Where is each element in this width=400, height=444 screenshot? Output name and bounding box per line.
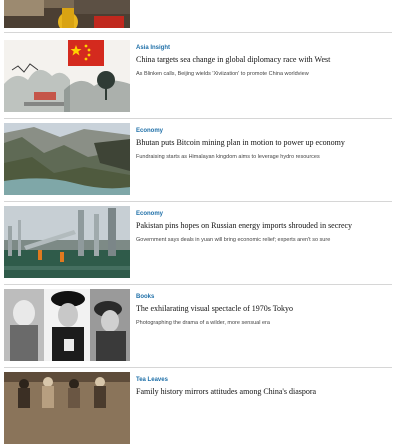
article-category[interactable]: Books <box>136 293 392 302</box>
article-text: Economy Bhutan puts Bitcoin mining plan … <box>136 127 392 162</box>
divider <box>4 201 392 202</box>
article-category[interactable]: Economy <box>136 127 392 136</box>
article-summary: Fundraising starts as Himalayan kingdom … <box>136 154 320 160</box>
article-thumbnail[interactable] <box>4 123 130 195</box>
article-card[interactable] <box>4 0 392 28</box>
article-thumbnail[interactable] <box>4 0 130 28</box>
article-headline[interactable]: The exhilarating visual spectacle of 197… <box>136 303 392 314</box>
article-summary: Photographing the drama of a wilder, mor… <box>136 320 270 326</box>
divider <box>4 284 392 285</box>
black-and-white-tokyo-portraits-photo <box>4 289 130 361</box>
article-card[interactable]: Economy Bhutan puts Bitcoin mining plan … <box>4 123 392 195</box>
divider <box>4 118 392 119</box>
chinese-flag-ink-landscape-illustration <box>4 40 130 112</box>
family-group-sepia-photo <box>4 372 130 444</box>
article-headline[interactable]: Bhutan puts Bitcoin mining plan in motio… <box>136 137 392 148</box>
article-card[interactable]: Tea Leaves Family history mirrors attitu… <box>4 372 392 444</box>
article-feed: Asia Insight China targets sea change in… <box>0 0 400 444</box>
article-text: Asia Insight China targets sea change in… <box>136 44 392 79</box>
article-card[interactable]: Asia Insight China targets sea change in… <box>4 40 392 112</box>
article-card[interactable]: Economy Pakistan pins hopes on Russian e… <box>4 206 392 278</box>
oil-pipeline-jetty-workers-photo <box>4 206 130 278</box>
article-thumbnail[interactable] <box>4 40 130 112</box>
article-headline[interactable]: China targets sea change in global diplo… <box>136 54 392 65</box>
article-category[interactable]: Economy <box>136 210 392 219</box>
article-summary: Government says deals in yuan will bring… <box>136 237 331 243</box>
himalayan-river-valley-photo <box>4 123 130 195</box>
divider <box>4 32 392 33</box>
article-card[interactable]: Books The exhilarating visual spectacle … <box>4 289 392 361</box>
article-category[interactable]: Tea Leaves <box>136 376 392 385</box>
article-text: Tea Leaves Family history mirrors attitu… <box>136 376 392 397</box>
article-category[interactable]: Asia Insight <box>136 44 392 53</box>
article-text: Economy Pakistan pins hopes on Russian e… <box>136 210 392 245</box>
article-headline[interactable]: Pakistan pins hopes on Russian energy im… <box>136 220 392 231</box>
article-text: Books The exhilarating visual spectacle … <box>136 293 392 328</box>
person-in-yellow-photo <box>4 0 130 28</box>
article-thumbnail[interactable] <box>4 206 130 278</box>
article-thumbnail[interactable] <box>4 289 130 361</box>
article-thumbnail[interactable] <box>4 372 130 444</box>
article-summary: As Blinken calls, Beijing wields 'Xiviiz… <box>136 71 309 77</box>
article-headline[interactable]: Family history mirrors attitudes among C… <box>136 386 392 397</box>
divider <box>4 367 392 368</box>
